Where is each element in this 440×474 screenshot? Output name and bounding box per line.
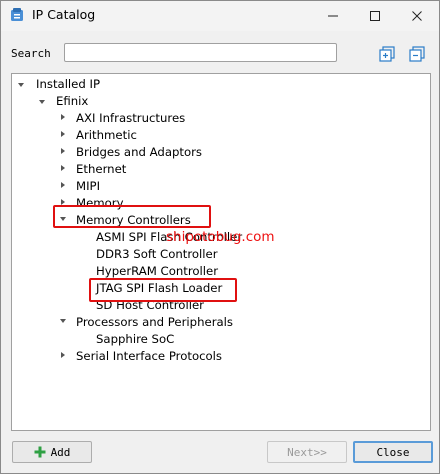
- tree-node-serial-interface-protocols[interactable]: Serial Interface Protocols: [76, 348, 222, 365]
- watermark-text: shipotobug.com: [166, 229, 275, 245]
- title-bar: IP Catalog: [1, 1, 439, 31]
- tree-node-efinix[interactable]: Efinix: [56, 93, 88, 110]
- collapse-all-icon[interactable]: [408, 45, 426, 63]
- add-icon: [34, 446, 46, 458]
- search-input[interactable]: [64, 43, 337, 62]
- collapsed-arrow-icon[interactable]: [61, 131, 65, 137]
- add-button[interactable]: Add: [12, 441, 92, 463]
- next-button-label: Next>>: [287, 445, 327, 459]
- tree-node-mipi[interactable]: MIPI: [76, 178, 100, 195]
- collapsed-arrow-icon[interactable]: [61, 148, 65, 154]
- expanded-arrow-icon[interactable]: [60, 319, 66, 323]
- tree-node-processors-and-peripherals[interactable]: Processors and Peripherals: [76, 314, 233, 331]
- tree-node-installed-ip[interactable]: Installed IP: [36, 76, 100, 93]
- ip-catalog-window: IP Catalog Search Installed IP Efinix AX…: [0, 0, 440, 474]
- tree-leaf-sapphire-soc[interactable]: Sapphire SoC: [96, 331, 174, 348]
- expanded-arrow-icon[interactable]: [39, 100, 45, 104]
- search-label: Search: [11, 47, 51, 60]
- collapsed-arrow-icon[interactable]: [61, 114, 65, 120]
- minimize-icon: [328, 15, 338, 17]
- collapsed-arrow-icon[interactable]: [61, 165, 65, 171]
- ip-catalog-app-icon: [11, 8, 23, 21]
- collapsed-arrow-icon[interactable]: [61, 352, 65, 358]
- close-icon: [412, 11, 422, 21]
- maximize-icon: [370, 11, 380, 21]
- add-button-label: Add: [50, 445, 71, 459]
- collapsed-arrow-icon[interactable]: [61, 182, 65, 188]
- tree-leaf-ddr3-soft-controller[interactable]: DDR3 Soft Controller: [96, 246, 218, 263]
- tree-node-ethernet[interactable]: Ethernet: [76, 161, 126, 178]
- window-title: IP Catalog: [32, 7, 96, 22]
- jtag-spi-flash-loader-highlight: [89, 278, 237, 302]
- expanded-arrow-icon[interactable]: [18, 83, 24, 87]
- expand-all-icon[interactable]: [378, 45, 396, 63]
- next-button[interactable]: Next>>: [267, 441, 347, 463]
- memory-controllers-highlight: [53, 205, 211, 228]
- close-button[interactable]: Close: [353, 441, 433, 463]
- tree-node-bridges-and-adaptors[interactable]: Bridges and Adaptors: [76, 144, 202, 161]
- tree-node-axi-infrastructures[interactable]: AXI Infrastructures: [76, 110, 185, 127]
- tree-node-arithmetic[interactable]: Arithmetic: [76, 127, 137, 144]
- close-window-button[interactable]: [396, 1, 438, 31]
- maximize-button[interactable]: [354, 1, 396, 31]
- minimize-button[interactable]: [312, 1, 354, 31]
- close-button-label: Close: [376, 445, 410, 459]
- search-row: Search: [1, 31, 439, 71]
- ip-tree[interactable]: Installed IP Efinix AXI Infrastructures …: [11, 73, 431, 431]
